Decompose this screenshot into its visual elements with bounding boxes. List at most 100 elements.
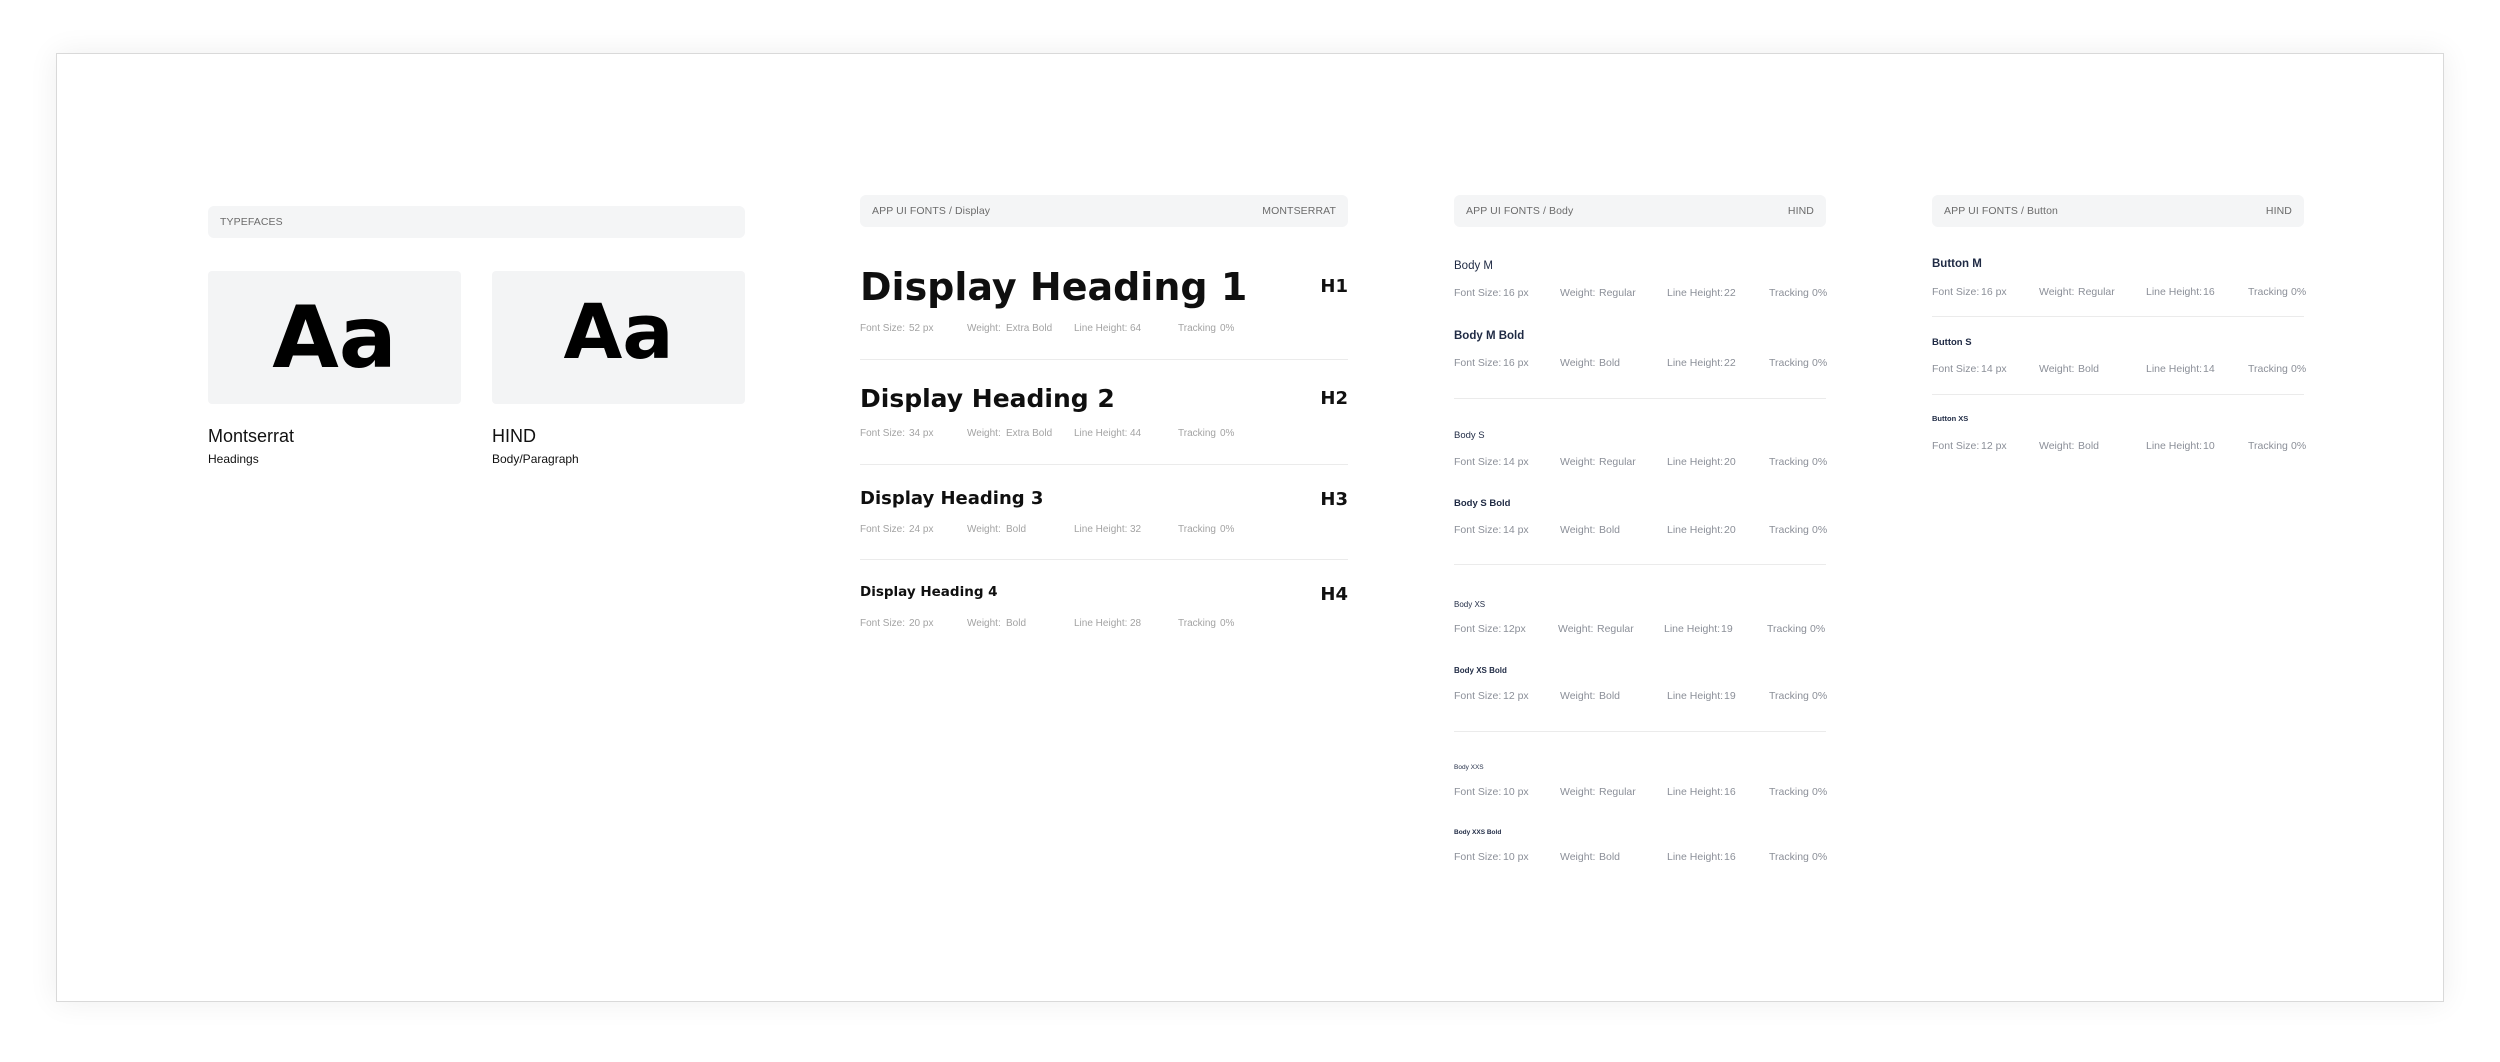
spec-value: 10 — [2203, 440, 2215, 452]
spec-value: 0% — [1812, 524, 1828, 536]
montserrat-sample: Aa — [208, 271, 461, 404]
spec-value: 0% — [1812, 357, 1828, 369]
spec-value: 0% — [2291, 286, 2307, 298]
spec-label: Line Height: — [1667, 786, 1724, 798]
spec-label: Line Height: — [1074, 618, 1128, 629]
spec-label: Line Height: — [1667, 690, 1724, 702]
body-m-sample: Body M — [1454, 260, 1493, 272]
spec-label: Weight: — [1560, 357, 1596, 369]
typefaces-header: TYPEFACES — [208, 206, 745, 238]
divider — [1932, 316, 2304, 317]
spec-label: Font Size: — [1454, 357, 1502, 369]
spec-value: Regular — [1597, 623, 1634, 635]
spec-label: Tracking — [1769, 851, 1809, 863]
spec-label: Line Height: — [2146, 440, 2203, 452]
spec-label: Font Size: — [1454, 623, 1502, 635]
spec-label: Weight: — [1558, 623, 1594, 635]
spec-value: 16 — [1724, 786, 1736, 798]
spec-label: Line Height: — [1667, 287, 1724, 299]
spec-value: 22 — [1724, 287, 1736, 299]
spec-label: Font Size: — [860, 524, 906, 535]
body-xs-sample: Body XS — [1454, 600, 1486, 609]
spec-value: 0% — [1220, 618, 1235, 629]
spec-label: Weight: — [2039, 363, 2075, 375]
divider — [860, 559, 1348, 560]
spec-value: Regular — [1599, 287, 1636, 299]
spec-value: 44 — [1130, 428, 1142, 439]
montserrat-role: Headings — [208, 452, 259, 466]
spec-value: Regular — [2078, 286, 2115, 298]
display-heading-3-sample: Display Heading 3 — [860, 488, 1044, 509]
artboard-frame: TYPEFACES Aa Aa Montserrat Headings HIND… — [56, 53, 2444, 1002]
spec-label: Tracking — [1769, 357, 1809, 369]
spec-label: Tracking — [1178, 428, 1216, 439]
button-xs-sample: Button XS — [1932, 414, 1969, 423]
spec-label: Font Size: — [1932, 286, 1980, 298]
divider — [860, 359, 1348, 360]
spec-value: Bold — [1599, 690, 1621, 702]
spec-value: Bold — [1599, 524, 1621, 536]
spec-value: 20 — [1724, 524, 1736, 536]
body-header: APP UI FONTS / Body HIND — [1454, 195, 1826, 227]
body-header-left: APP UI FONTS / Body — [1466, 205, 1574, 217]
spec-value: 10 px — [1503, 851, 1529, 863]
spec-value: 16 — [1724, 851, 1736, 863]
hind-sample-text: Aa — [563, 287, 674, 376]
spec-value: Extra Bold — [1006, 323, 1053, 334]
hind-role: Body/Paragraph — [492, 452, 579, 466]
button-s-sample: Button S — [1932, 337, 1972, 348]
spec-value: 0% — [1812, 851, 1828, 863]
divider — [860, 464, 1348, 465]
spec-label: Line Height: — [1667, 456, 1724, 468]
spec-label: Weight: — [967, 618, 1001, 629]
spec-label: Tracking — [1769, 690, 1809, 702]
spec-label: Tracking — [1769, 786, 1809, 798]
spec-label: Tracking — [2248, 363, 2288, 375]
spec-label: Tracking — [2248, 440, 2288, 452]
divider — [1932, 394, 2304, 395]
spec-label: Line Height: — [1667, 524, 1724, 536]
spec-label: Weight: — [967, 428, 1001, 439]
spec-value: Bold — [1006, 524, 1027, 535]
montserrat-name: Montserrat — [208, 426, 295, 446]
spec-value: 0% — [2291, 440, 2307, 452]
spec-label: Weight: — [1560, 524, 1596, 536]
spec-value: 14 — [2203, 363, 2215, 375]
body-s-sample: Body S — [1454, 430, 1485, 441]
spec-value: Bold — [1599, 851, 1621, 863]
hind-sample: Aa — [492, 271, 745, 404]
spec-label: Font Size: — [1454, 851, 1502, 863]
spec-label: Line Height: — [2146, 286, 2203, 298]
button-header-right: HIND — [2265, 205, 2292, 217]
spec-value: 20 px — [909, 618, 934, 629]
spec-value: 0% — [1812, 287, 1828, 299]
spec-value: Extra Bold — [1006, 428, 1053, 439]
display-heading-2-sample: Display Heading 2 — [860, 384, 1115, 413]
spec-label: Font Size: — [1454, 786, 1502, 798]
spec-label: Tracking — [1769, 456, 1809, 468]
spec-label: Tracking — [1178, 618, 1216, 629]
spec-value: 16 px — [1503, 357, 1529, 369]
spec-value: 0% — [1812, 690, 1828, 702]
spec-value: 16 px — [1981, 286, 2007, 298]
display-heading-2-tag: H2 — [1320, 388, 1348, 409]
spec-value: Bold — [1006, 618, 1027, 629]
display-heading-1-sample: Display Heading 1 — [860, 265, 1248, 309]
display-header: APP UI FONTS / Display MONTSERRAT — [860, 195, 1348, 227]
spec-value: 0% — [1812, 786, 1828, 798]
spec-value: 34 px — [909, 428, 934, 439]
spec-label: Font Size: — [1454, 287, 1502, 299]
spec-label: Tracking — [2248, 286, 2288, 298]
spec-label: Weight: — [1560, 456, 1596, 468]
spec-value: 0% — [1220, 428, 1235, 439]
typefaces-header-label: TYPEFACES — [220, 216, 283, 228]
spec-label: Font Size: — [860, 428, 906, 439]
spec-value: 0% — [1220, 524, 1235, 535]
spec-value: 12px — [1503, 623, 1526, 635]
spec-value: 14 px — [1503, 456, 1529, 468]
spec-value: 12 px — [1981, 440, 2007, 452]
spec-value: 16 px — [1503, 287, 1529, 299]
spec-label: Tracking — [1178, 524, 1216, 535]
hind-name: HIND — [492, 426, 536, 446]
spec-value: 22 — [1724, 357, 1736, 369]
